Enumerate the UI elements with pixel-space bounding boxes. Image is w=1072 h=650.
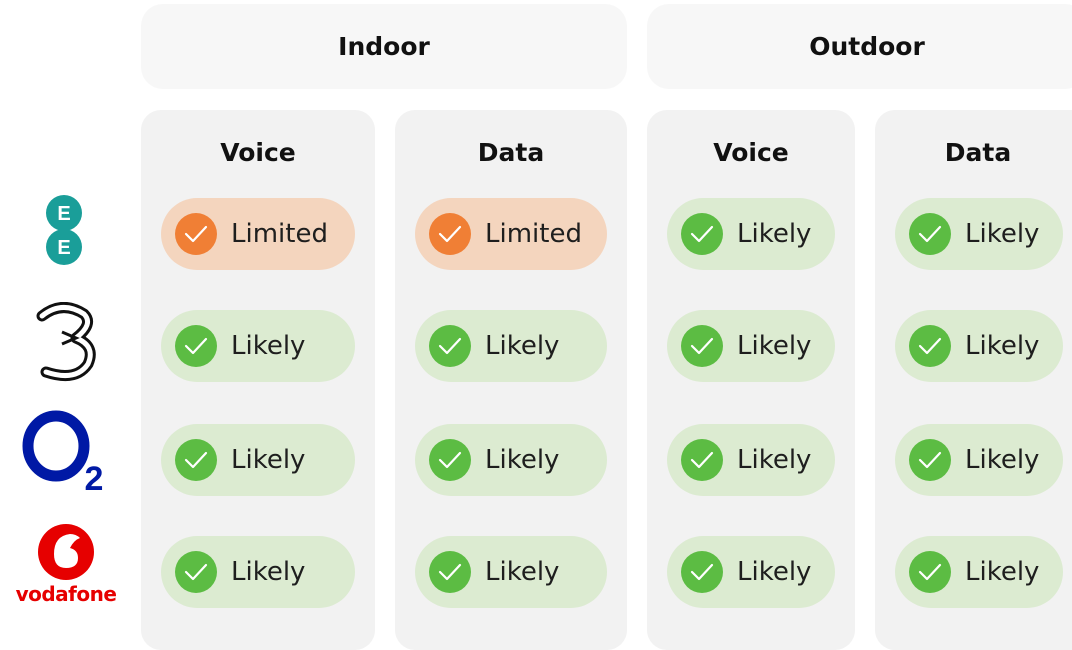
check-icon: [175, 551, 217, 593]
status-pill-three-indoor-data: Likely: [415, 310, 607, 382]
svg-text:E: E: [57, 237, 70, 259]
status-pill-ee-indoor-data: Limited: [415, 198, 607, 270]
status-pill-vodafone-outdoor-data: Likely: [895, 536, 1063, 608]
status-label: Likely: [965, 219, 1040, 249]
group-header-outdoor: Outdoor: [647, 4, 1072, 89]
status-pill-vodafone-indoor-data: Likely: [415, 536, 607, 608]
status-label: Likely: [737, 331, 812, 361]
status-label: Likely: [231, 445, 306, 475]
svg-text:2: 2: [85, 460, 104, 494]
status-label: Likely: [485, 445, 560, 475]
column-header-indoor-voice: Voice: [220, 137, 296, 167]
check-icon: [429, 213, 471, 255]
status-label: Likely: [965, 557, 1040, 587]
column-header-outdoor-data: Data: [944, 137, 1012, 167]
o2-logo-icon: 2: [22, 410, 110, 499]
check-icon: [429, 325, 471, 367]
three-logo-icon: [32, 302, 100, 387]
status-label: Likely: [231, 331, 306, 361]
status-label: Likely: [965, 331, 1040, 361]
status-pill-vodafone-indoor-voice: Likely: [161, 536, 355, 608]
check-icon: [909, 213, 951, 255]
status-pill-ee-outdoor-voice: Likely: [667, 198, 835, 270]
status-label: Likely: [965, 445, 1040, 475]
status-pill-three-outdoor-voice: Likely: [667, 310, 835, 382]
check-icon: [175, 439, 217, 481]
check-icon: [429, 439, 471, 481]
check-icon: [429, 551, 471, 593]
status-pill-o2-outdoor-data: Likely: [895, 424, 1063, 496]
status-pill-ee-indoor-voice: Limited: [161, 198, 355, 270]
check-icon: [681, 551, 723, 593]
check-icon: [681, 439, 723, 481]
status-label: Likely: [737, 557, 812, 587]
check-icon: [681, 325, 723, 367]
status-label: Likely: [485, 557, 560, 587]
ee-logo-icon: E E: [38, 194, 90, 273]
group-header-indoor: Indoor: [141, 4, 627, 89]
status-label: Limited: [485, 219, 582, 249]
check-icon: [909, 439, 951, 481]
status-pill-three-outdoor-data: Likely: [895, 310, 1063, 382]
check-icon: [681, 213, 723, 255]
column-header-indoor-data: Data: [477, 137, 545, 167]
svg-text:E: E: [57, 203, 70, 225]
status-pill-o2-indoor-voice: Likely: [161, 424, 355, 496]
column-header-outdoor-voice: Voice: [713, 137, 789, 167]
status-label: Likely: [737, 445, 812, 475]
status-pill-vodafone-outdoor-voice: Likely: [667, 536, 835, 608]
vodafone-wordmark: vodafone: [15, 582, 117, 606]
status-label: Likely: [485, 331, 560, 361]
status-pill-o2-indoor-data: Likely: [415, 424, 607, 496]
status-label: Likely: [737, 219, 812, 249]
check-icon: [175, 325, 217, 367]
vodafone-logo-icon: vodafone: [8, 522, 124, 615]
check-icon: [909, 325, 951, 367]
status-pill-three-indoor-voice: Likely: [161, 310, 355, 382]
status-pill-ee-outdoor-data: Likely: [895, 198, 1063, 270]
check-icon: [175, 213, 217, 255]
status-label: Likely: [231, 557, 306, 587]
check-icon: [909, 551, 951, 593]
status-label: Limited: [231, 219, 328, 249]
status-pill-o2-outdoor-voice: Likely: [667, 424, 835, 496]
